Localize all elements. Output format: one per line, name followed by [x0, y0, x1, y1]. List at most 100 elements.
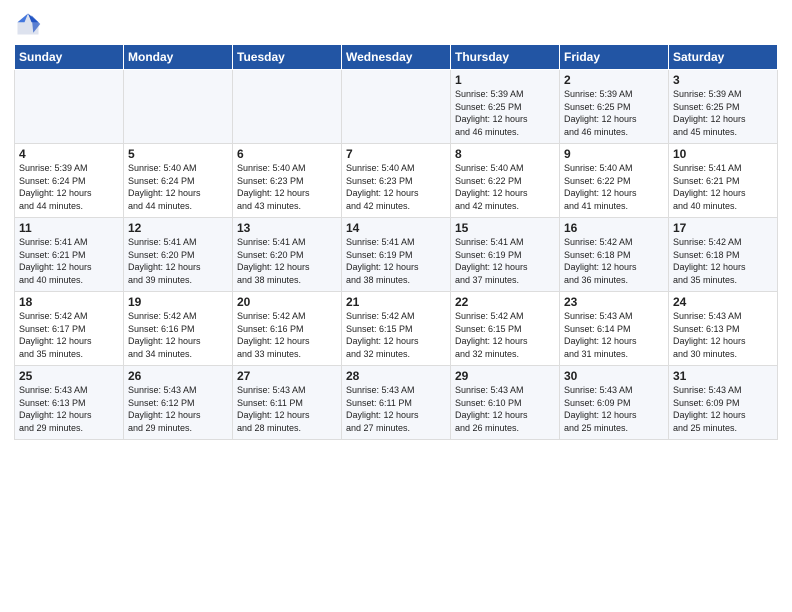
cell-text: Sunrise: 5:42 AM Sunset: 6:17 PM Dayligh… — [19, 310, 119, 360]
cell-text: Sunrise: 5:40 AM Sunset: 6:24 PM Dayligh… — [128, 162, 228, 212]
week-row-1: 1Sunrise: 5:39 AM Sunset: 6:25 PM Daylig… — [15, 70, 778, 144]
cell-text: Sunrise: 5:43 AM Sunset: 6:11 PM Dayligh… — [346, 384, 446, 434]
col-header-saturday: Saturday — [669, 45, 778, 70]
cell-text: Sunrise: 5:40 AM Sunset: 6:23 PM Dayligh… — [237, 162, 337, 212]
cell-3-5: 15Sunrise: 5:41 AM Sunset: 6:19 PM Dayli… — [451, 218, 560, 292]
day-number: 26 — [128, 369, 228, 383]
day-number: 12 — [128, 221, 228, 235]
cell-text: Sunrise: 5:43 AM Sunset: 6:13 PM Dayligh… — [19, 384, 119, 434]
cell-text: Sunrise: 5:42 AM Sunset: 6:16 PM Dayligh… — [237, 310, 337, 360]
calendar-table: SundayMondayTuesdayWednesdayThursdayFrid… — [14, 44, 778, 440]
cell-text: Sunrise: 5:39 AM Sunset: 6:24 PM Dayligh… — [19, 162, 119, 212]
cell-text: Sunrise: 5:40 AM Sunset: 6:23 PM Dayligh… — [346, 162, 446, 212]
day-number: 24 — [673, 295, 773, 309]
cell-text: Sunrise: 5:43 AM Sunset: 6:14 PM Dayligh… — [564, 310, 664, 360]
cell-text: Sunrise: 5:43 AM Sunset: 6:09 PM Dayligh… — [564, 384, 664, 434]
week-row-5: 25Sunrise: 5:43 AM Sunset: 6:13 PM Dayli… — [15, 366, 778, 440]
cell-2-1: 4Sunrise: 5:39 AM Sunset: 6:24 PM Daylig… — [15, 144, 124, 218]
cell-text: Sunrise: 5:42 AM Sunset: 6:15 PM Dayligh… — [455, 310, 555, 360]
col-header-monday: Monday — [124, 45, 233, 70]
day-number: 6 — [237, 147, 337, 161]
logo — [14, 10, 44, 38]
cell-text: Sunrise: 5:42 AM Sunset: 6:18 PM Dayligh… — [673, 236, 773, 286]
day-number: 19 — [128, 295, 228, 309]
day-number: 23 — [564, 295, 664, 309]
cell-text: Sunrise: 5:39 AM Sunset: 6:25 PM Dayligh… — [564, 88, 664, 138]
day-number: 15 — [455, 221, 555, 235]
day-number: 30 — [564, 369, 664, 383]
header-row: SundayMondayTuesdayWednesdayThursdayFrid… — [15, 45, 778, 70]
page: SundayMondayTuesdayWednesdayThursdayFrid… — [0, 0, 792, 612]
cell-4-2: 19Sunrise: 5:42 AM Sunset: 6:16 PM Dayli… — [124, 292, 233, 366]
cell-text: Sunrise: 5:41 AM Sunset: 6:19 PM Dayligh… — [346, 236, 446, 286]
cell-5-7: 31Sunrise: 5:43 AM Sunset: 6:09 PM Dayli… — [669, 366, 778, 440]
cell-2-6: 9Sunrise: 5:40 AM Sunset: 6:22 PM Daylig… — [560, 144, 669, 218]
cell-4-5: 22Sunrise: 5:42 AM Sunset: 6:15 PM Dayli… — [451, 292, 560, 366]
cell-text: Sunrise: 5:39 AM Sunset: 6:25 PM Dayligh… — [673, 88, 773, 138]
cell-text: Sunrise: 5:43 AM Sunset: 6:12 PM Dayligh… — [128, 384, 228, 434]
col-header-wednesday: Wednesday — [342, 45, 451, 70]
cell-text: Sunrise: 5:40 AM Sunset: 6:22 PM Dayligh… — [455, 162, 555, 212]
day-number: 5 — [128, 147, 228, 161]
day-number: 18 — [19, 295, 119, 309]
day-number: 11 — [19, 221, 119, 235]
cell-5-3: 27Sunrise: 5:43 AM Sunset: 6:11 PM Dayli… — [233, 366, 342, 440]
cell-4-3: 20Sunrise: 5:42 AM Sunset: 6:16 PM Dayli… — [233, 292, 342, 366]
day-number: 28 — [346, 369, 446, 383]
cell-3-7: 17Sunrise: 5:42 AM Sunset: 6:18 PM Dayli… — [669, 218, 778, 292]
cell-text: Sunrise: 5:39 AM Sunset: 6:25 PM Dayligh… — [455, 88, 555, 138]
logo-icon — [14, 10, 42, 38]
cell-5-5: 29Sunrise: 5:43 AM Sunset: 6:10 PM Dayli… — [451, 366, 560, 440]
cell-1-1 — [15, 70, 124, 144]
cell-3-1: 11Sunrise: 5:41 AM Sunset: 6:21 PM Dayli… — [15, 218, 124, 292]
cell-3-3: 13Sunrise: 5:41 AM Sunset: 6:20 PM Dayli… — [233, 218, 342, 292]
day-number: 20 — [237, 295, 337, 309]
cell-3-6: 16Sunrise: 5:42 AM Sunset: 6:18 PM Dayli… — [560, 218, 669, 292]
day-number: 1 — [455, 73, 555, 87]
cell-2-3: 6Sunrise: 5:40 AM Sunset: 6:23 PM Daylig… — [233, 144, 342, 218]
cell-2-7: 10Sunrise: 5:41 AM Sunset: 6:21 PM Dayli… — [669, 144, 778, 218]
col-header-friday: Friday — [560, 45, 669, 70]
cell-2-2: 5Sunrise: 5:40 AM Sunset: 6:24 PM Daylig… — [124, 144, 233, 218]
cell-1-2 — [124, 70, 233, 144]
cell-1-3 — [233, 70, 342, 144]
week-row-2: 4Sunrise: 5:39 AM Sunset: 6:24 PM Daylig… — [15, 144, 778, 218]
cell-1-7: 3Sunrise: 5:39 AM Sunset: 6:25 PM Daylig… — [669, 70, 778, 144]
cell-text: Sunrise: 5:41 AM Sunset: 6:21 PM Dayligh… — [19, 236, 119, 286]
cell-4-4: 21Sunrise: 5:42 AM Sunset: 6:15 PM Dayli… — [342, 292, 451, 366]
cell-5-4: 28Sunrise: 5:43 AM Sunset: 6:11 PM Dayli… — [342, 366, 451, 440]
cell-text: Sunrise: 5:43 AM Sunset: 6:09 PM Dayligh… — [673, 384, 773, 434]
day-number: 3 — [673, 73, 773, 87]
cell-text: Sunrise: 5:42 AM Sunset: 6:18 PM Dayligh… — [564, 236, 664, 286]
day-number: 21 — [346, 295, 446, 309]
day-number: 9 — [564, 147, 664, 161]
cell-text: Sunrise: 5:41 AM Sunset: 6:20 PM Dayligh… — [128, 236, 228, 286]
day-number: 13 — [237, 221, 337, 235]
cell-text: Sunrise: 5:41 AM Sunset: 6:21 PM Dayligh… — [673, 162, 773, 212]
cell-4-1: 18Sunrise: 5:42 AM Sunset: 6:17 PM Dayli… — [15, 292, 124, 366]
cell-text: Sunrise: 5:43 AM Sunset: 6:11 PM Dayligh… — [237, 384, 337, 434]
cell-4-7: 24Sunrise: 5:43 AM Sunset: 6:13 PM Dayli… — [669, 292, 778, 366]
day-number: 27 — [237, 369, 337, 383]
cell-text: Sunrise: 5:42 AM Sunset: 6:16 PM Dayligh… — [128, 310, 228, 360]
cell-text: Sunrise: 5:40 AM Sunset: 6:22 PM Dayligh… — [564, 162, 664, 212]
day-number: 22 — [455, 295, 555, 309]
day-number: 17 — [673, 221, 773, 235]
day-number: 8 — [455, 147, 555, 161]
col-header-thursday: Thursday — [451, 45, 560, 70]
cell-text: Sunrise: 5:41 AM Sunset: 6:20 PM Dayligh… — [237, 236, 337, 286]
col-header-sunday: Sunday — [15, 45, 124, 70]
day-number: 31 — [673, 369, 773, 383]
col-header-tuesday: Tuesday — [233, 45, 342, 70]
cell-2-5: 8Sunrise: 5:40 AM Sunset: 6:22 PM Daylig… — [451, 144, 560, 218]
day-number: 14 — [346, 221, 446, 235]
day-number: 29 — [455, 369, 555, 383]
cell-2-4: 7Sunrise: 5:40 AM Sunset: 6:23 PM Daylig… — [342, 144, 451, 218]
header — [14, 10, 778, 38]
day-number: 25 — [19, 369, 119, 383]
week-row-4: 18Sunrise: 5:42 AM Sunset: 6:17 PM Dayli… — [15, 292, 778, 366]
day-number: 16 — [564, 221, 664, 235]
cell-text: Sunrise: 5:43 AM Sunset: 6:13 PM Dayligh… — [673, 310, 773, 360]
day-number: 7 — [346, 147, 446, 161]
cell-4-6: 23Sunrise: 5:43 AM Sunset: 6:14 PM Dayli… — [560, 292, 669, 366]
